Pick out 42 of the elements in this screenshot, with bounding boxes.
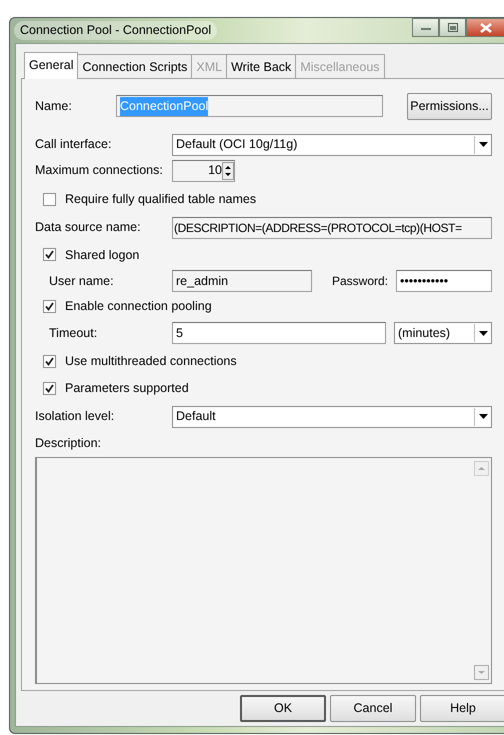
spinner-arrows-icon[interactable]: [222, 162, 234, 180]
checkbox-label: Shared logon: [65, 246, 140, 264]
tab[interactable]: General: [24, 52, 78, 79]
checkbox[interactable]: [43, 354, 56, 368]
checkbox[interactable]: [43, 192, 56, 206]
window-title: Connection Pool - ConnectionPool: [14, 21, 218, 40]
dropdown-arrow-icon: [478, 414, 488, 419]
permissions-button[interactable]: Permissions...: [407, 92, 492, 120]
close-button[interactable]: [466, 18, 504, 37]
dropdown[interactable]: (minutes): [394, 322, 492, 344]
field-label: Data source name:: [35, 219, 142, 236]
user-name-field[interactable]: re_admin: [172, 270, 312, 292]
field-label: Timeout:: [48, 324, 98, 342]
timeout-field[interactable]: 5: [172, 322, 386, 344]
maximize-icon: [448, 23, 458, 32]
checkbox-label: Enable connection pooling: [65, 298, 212, 316]
minimize-button[interactable]: [412, 18, 439, 37]
dropdown-arrow-icon: [478, 142, 488, 148]
checkbox[interactable]: [43, 300, 56, 314]
dialog-button[interactable]: Cancel: [330, 695, 416, 722]
checkbox-label: Parameters supported: [65, 380, 189, 397]
field-label: Isolation level:: [35, 408, 116, 426]
field-label: User name:: [48, 272, 115, 290]
checkbox-label: Use multithreaded connections: [65, 353, 237, 370]
field-label: Name:: [35, 98, 73, 115]
password-field[interactable]: •••••••••••: [396, 270, 492, 292]
field-label: Description:: [35, 434, 102, 452]
field-label: Password:: [332, 273, 388, 290]
dropdown[interactable]: Default: [172, 406, 492, 428]
dropdown[interactable]: Default (OCI 10g/11g): [172, 134, 492, 156]
checkbox[interactable]: [43, 382, 56, 395]
dialog-button[interactable]: OK: [240, 695, 326, 722]
data-source-field[interactable]: (DESCRIPTION=(ADDRESS=(PROTOCOL=tcp)(HOST=: [172, 216, 492, 238]
dropdown-arrow-icon: [478, 330, 488, 336]
checkbox-label: Require fully qualified table names: [65, 190, 256, 208]
close-icon: [480, 22, 492, 32]
maximize-button[interactable]: [439, 18, 466, 37]
number-spinner[interactable]: 10: [172, 160, 235, 182]
dialog-button[interactable]: Help: [420, 695, 504, 722]
checkbox[interactable]: [43, 248, 56, 262]
field-label: Maximum connections:: [35, 162, 164, 180]
field-label: Call interface:: [35, 136, 112, 154]
